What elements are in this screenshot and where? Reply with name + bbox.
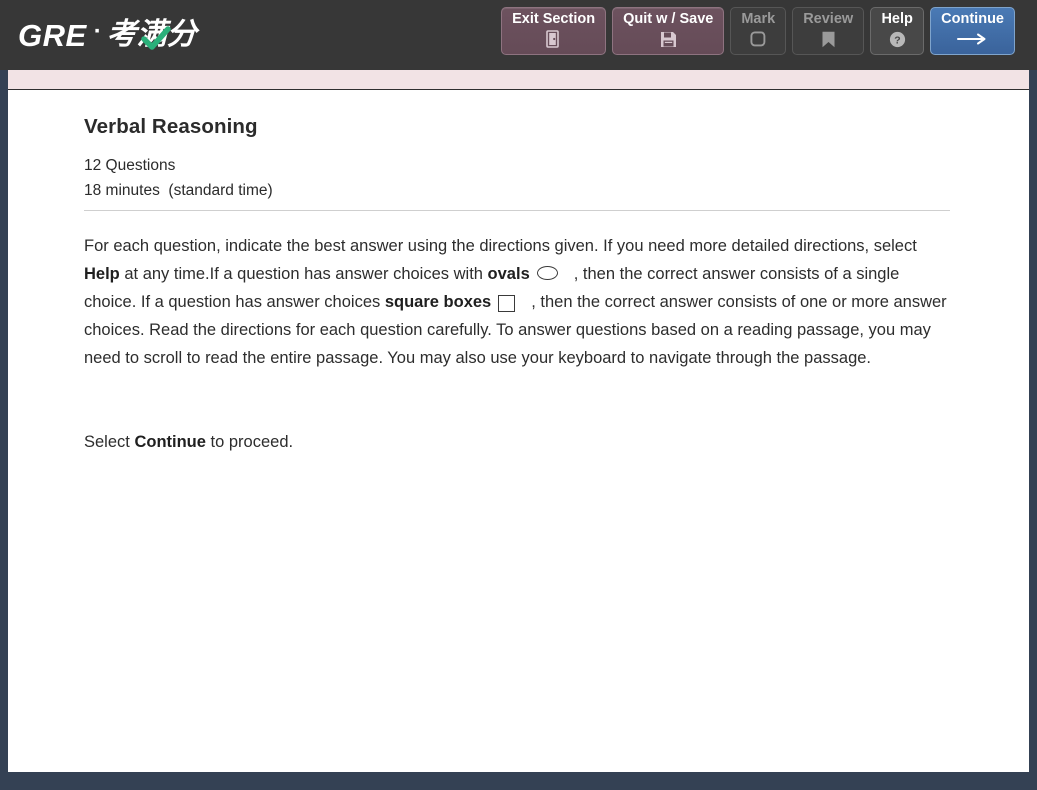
arrow-right-icon xyxy=(956,29,990,49)
review-label: Review xyxy=(803,11,854,27)
logo-separator-dot: · xyxy=(93,18,102,45)
directions-part-1: For each question, indicate the best ans… xyxy=(84,237,917,255)
page-title: Verbal Reasoning xyxy=(84,115,258,138)
square-boxes-keyword: square boxes xyxy=(384,293,492,311)
time-limit: 18 minutes (standard time) xyxy=(84,182,273,199)
continue-keyword: Continue xyxy=(134,433,206,451)
question-count: 12 Questions xyxy=(84,157,176,174)
square-box-symbol xyxy=(498,295,516,313)
mark-label: Mark xyxy=(741,11,776,27)
top-toolbar: GRE · 考满分 Exit Section Quit w / Save Mar… xyxy=(0,0,1037,70)
logo-chinese-label: 考满分 xyxy=(106,17,197,52)
continue-label: Continue xyxy=(941,11,1004,27)
section-color-strip xyxy=(8,70,1029,90)
directions-paragraph: For each question, indicate the best ans… xyxy=(84,232,956,372)
help-button[interactable]: Help ? xyxy=(870,7,925,55)
proceed-prefix: Select xyxy=(84,433,135,451)
mark-button[interactable]: Mark xyxy=(730,7,787,55)
directions-part-2: at any time.If a question has answer cho… xyxy=(119,265,488,283)
gre-logo: GRE · 考满分 xyxy=(18,13,197,57)
toolbar-button-group: Exit Section Quit w / Save Mark Review H… xyxy=(501,7,1015,63)
proceed-instruction: Select Continue to proceed. xyxy=(84,428,293,456)
quit-with-save-button[interactable]: Quit w / Save xyxy=(612,7,725,55)
exit-section-button[interactable]: Exit Section xyxy=(501,7,607,55)
logo-gre-text: GRE xyxy=(18,17,87,53)
logo-chinese-text: 考满分 xyxy=(107,20,197,50)
help-keyword: Help xyxy=(84,265,120,283)
oval-symbol xyxy=(536,265,558,280)
quit-with-save-label: Quit w / Save xyxy=(623,11,714,27)
proceed-suffix: to proceed. xyxy=(205,433,294,451)
content-page: Verbal Reasoning 12 Questions 18 minutes… xyxy=(8,90,1029,772)
rounded-square-icon xyxy=(750,29,766,49)
exit-section-label: Exit Section xyxy=(512,11,596,27)
ovals-keyword: ovals xyxy=(487,265,530,283)
svg-text:?: ? xyxy=(894,34,900,46)
bookmark-icon xyxy=(821,29,836,49)
horizontal-divider xyxy=(84,210,950,211)
question-circle-icon: ? xyxy=(889,29,906,49)
review-button[interactable]: Review xyxy=(792,7,865,55)
help-label: Help xyxy=(881,11,913,27)
save-disk-icon xyxy=(660,29,677,49)
section-meta: 12 Questions 18 minutes (standard time) xyxy=(84,153,273,203)
gre-test-app: GRE · 考满分 Exit Section Quit w / Save Mar… xyxy=(0,0,1037,790)
continue-button[interactable]: Continue xyxy=(930,7,1015,55)
exit-door-icon xyxy=(545,29,562,49)
